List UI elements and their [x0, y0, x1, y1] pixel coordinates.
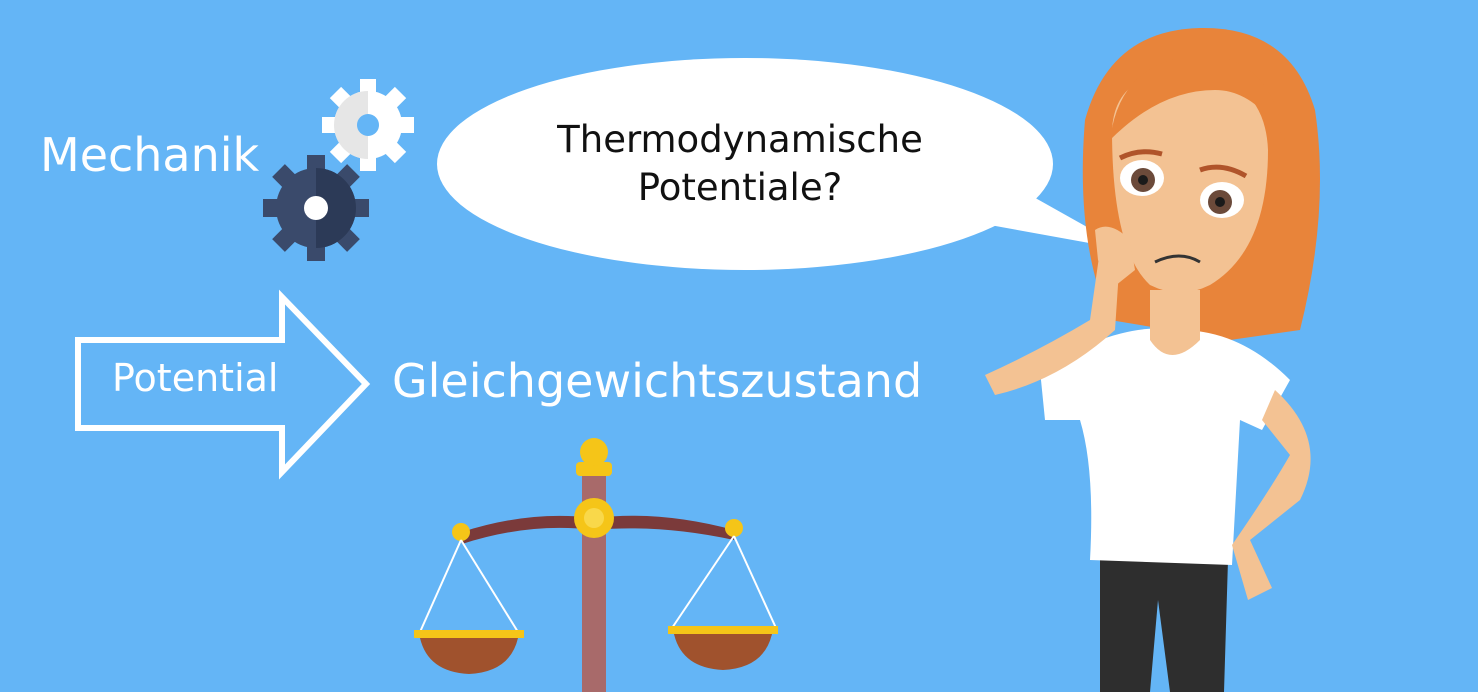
speech-bubble-line: Thermodynamische: [557, 118, 923, 161]
gear-icon: [322, 79, 414, 171]
balance-scale-icon: [414, 438, 778, 692]
illustration-canvas: [75, 27, 1320, 692]
gear-icon: [263, 155, 369, 261]
speech-bubble-line: Potentiale?: [637, 166, 843, 209]
speech-bubble-text: Thermodynamische Potentiale?: [470, 116, 1010, 212]
woman-character: [985, 27, 1320, 692]
mechanics-label: Mechanik: [40, 128, 260, 182]
equilibrium-label: Gleichgewichtszustand: [392, 354, 923, 408]
potential-label: Potential: [112, 356, 279, 400]
